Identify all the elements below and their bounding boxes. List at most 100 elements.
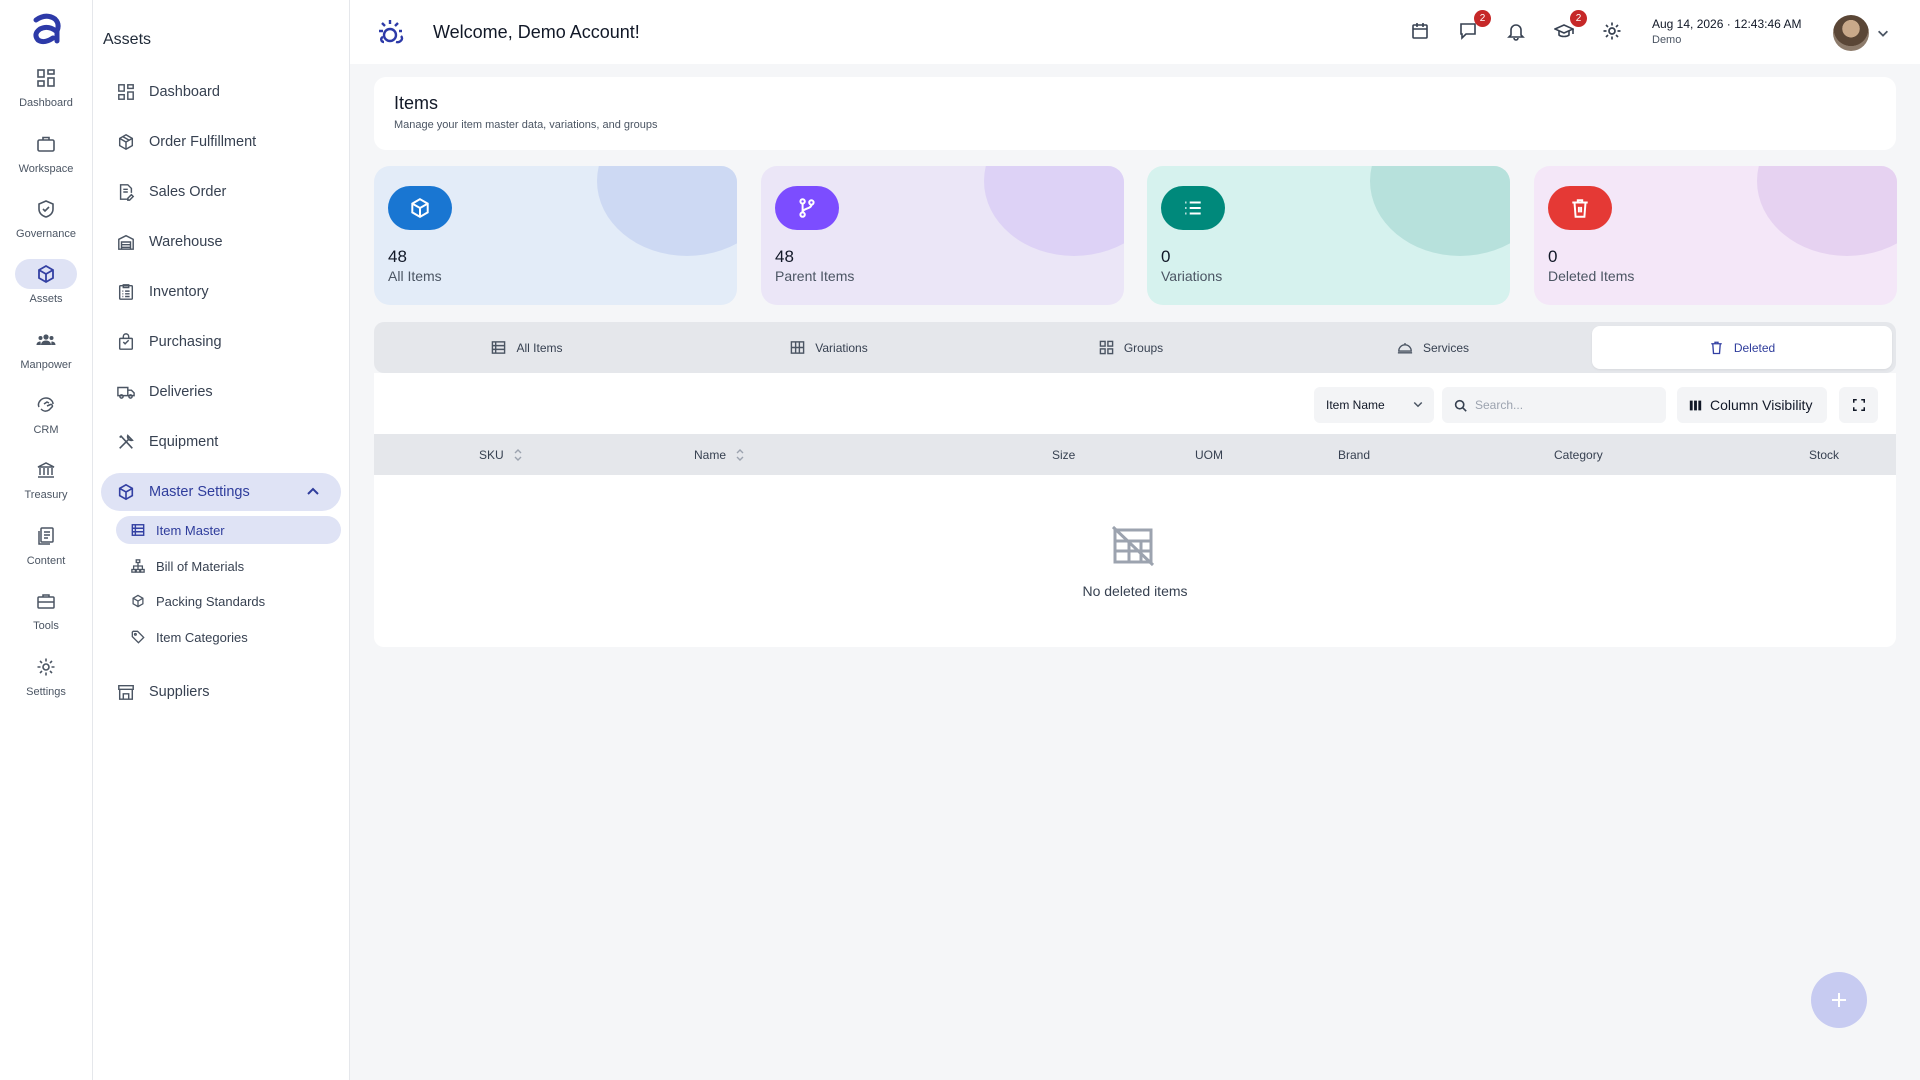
add-item-button[interactable]: [1811, 972, 1867, 1028]
rail-item-crm[interactable]: CRM: [0, 390, 92, 450]
rail-item-assets[interactable]: Assets: [0, 259, 92, 319]
sidebar-item-suppliers[interactable]: Suppliers: [101, 673, 341, 711]
stat-card-variations[interactable]: 0 Variations: [1147, 166, 1510, 305]
rail-item-settings[interactable]: Settings: [0, 652, 92, 712]
sidebar-sub-item-packing-standards[interactable]: Packing Standards: [116, 587, 341, 615]
stat-card-all-items[interactable]: 48 All Items: [374, 166, 737, 305]
sidebar-sub-item-bill-of-materials[interactable]: Bill of Materials: [116, 552, 341, 580]
top-bar: Welcome, Demo Account! 2 2 Aug 14, 2026 …: [350, 0, 1920, 64]
rail-label: Settings: [26, 686, 66, 698]
cube-icon: [118, 483, 134, 501]
stat-icon-badge: [388, 186, 452, 230]
table-grid-icon: [790, 341, 805, 354]
app-logo-icon[interactable]: [28, 11, 64, 47]
brand-icon[interactable]: [375, 16, 409, 50]
rail-label: Content: [26, 555, 66, 567]
chevron-up-icon[interactable]: [305, 484, 321, 500]
sidebar-item-warehouse[interactable]: Warehouse: [101, 223, 341, 261]
warehouse-icon: [118, 234, 134, 250]
toolbox-icon: [37, 594, 55, 609]
sidebar-item-dashboard[interactable]: Dashboard: [101, 73, 341, 111]
stat-card-decoration: [1757, 166, 1897, 256]
rail-item-content[interactable]: Content: [0, 521, 92, 581]
calendar-button[interactable]: [1407, 18, 1433, 44]
stat-label: Variations: [1161, 268, 1223, 284]
column-header-size[interactable]: Size: [1052, 434, 1075, 475]
people-icon: [36, 334, 56, 345]
fullscreen-button[interactable]: [1839, 387, 1878, 423]
column-header-brand[interactable]: Brand: [1338, 434, 1370, 475]
sidebar-title: Assets: [103, 31, 152, 48]
empty-table-icon: [1111, 525, 1155, 567]
shield-check-icon: [38, 200, 54, 218]
tab-groups[interactable]: Groups: [982, 326, 1280, 369]
plus-icon: [1832, 993, 1846, 1007]
filter-field-value: Item Name: [1326, 398, 1385, 412]
user-name: Demo: [1652, 34, 1682, 46]
tab-all-items[interactable]: All Items: [378, 326, 676, 369]
rail-item-manpower[interactable]: Manpower: [0, 325, 92, 385]
stat-label: Parent Items: [775, 268, 855, 284]
assets-sidebar: Assets Dashboard Order Fulfillment Sales…: [93, 0, 350, 1080]
avatar[interactable]: [1833, 15, 1869, 51]
sidebar-sub-item-label: Item Categories: [156, 629, 248, 645]
sidebar-item-sales-order[interactable]: Sales Order: [101, 173, 341, 211]
sidebar-item-purchasing[interactable]: Purchasing: [101, 323, 341, 361]
sidebar-sub-item-label: Item Master: [156, 522, 225, 538]
rail-item-governance[interactable]: Governance: [0, 194, 92, 254]
stat-value: 0: [1161, 247, 1171, 266]
rail-item-tools[interactable]: Tools: [0, 586, 92, 646]
messages-button[interactable]: 2: [1455, 10, 1491, 44]
stat-value: 48: [775, 247, 794, 266]
column-header-stock[interactable]: Stock: [1809, 434, 1839, 475]
sidebar-item-master-settings[interactable]: Master Settings: [101, 473, 341, 511]
rail-item-treasury[interactable]: Treasury: [0, 455, 92, 515]
search-box: [1442, 387, 1666, 423]
stat-card-deleted-items[interactable]: 0 Deleted Items: [1534, 166, 1897, 305]
sidebar-item-label: Order Fulfillment: [149, 134, 257, 150]
tab-label: Services: [1422, 340, 1469, 355]
tab-services[interactable]: Services: [1284, 326, 1582, 369]
column-header-sku[interactable]: SKU: [479, 434, 522, 475]
rail-item-dashboard[interactable]: Dashboard: [0, 63, 92, 123]
academy-badge: 2: [1570, 10, 1587, 27]
tab-deleted[interactable]: Deleted: [1592, 326, 1892, 369]
current-date: Aug 14, 2026: [1652, 17, 1724, 31]
rail-label: Tools: [33, 620, 59, 632]
tab-variations[interactable]: Variations: [680, 326, 978, 369]
search-input[interactable]: [1475, 398, 1655, 412]
filter-field-select[interactable]: Item Name: [1314, 387, 1434, 423]
column-header-name[interactable]: Name: [694, 434, 744, 475]
notifications-button[interactable]: [1503, 18, 1529, 44]
rail-label: CRM: [33, 424, 59, 436]
sidebar-sub-item-item-categories[interactable]: Item Categories: [116, 623, 341, 651]
rail-item-workspace[interactable]: Workspace: [0, 129, 92, 189]
rail-label: Manpower: [20, 359, 72, 371]
table-header: SKU Name Size UOM Brand Category Stock: [374, 434, 1896, 475]
column-header-uom[interactable]: UOM: [1195, 434, 1223, 475]
grid-icon: [37, 69, 55, 87]
table-list-icon: [131, 524, 145, 536]
sidebar-item-order-fulfillment[interactable]: Order Fulfillment: [101, 123, 341, 161]
sidebar-item-equipment[interactable]: Equipment: [101, 423, 341, 461]
academy-button[interactable]: 2: [1551, 10, 1587, 44]
gear-icon: [37, 658, 55, 676]
sidebar-item-label: Dashboard: [149, 84, 220, 100]
settings-button[interactable]: [1599, 18, 1625, 44]
sidebar-item-inventory[interactable]: Inventory: [101, 273, 341, 311]
sidebar-sub-item-item-master[interactable]: Item Master: [116, 516, 341, 544]
sidebar-item-label: Deliveries: [149, 384, 213, 400]
page-subtitle: Manage your item master data, variations…: [394, 119, 658, 131]
package-icon: [132, 594, 144, 608]
stat-value: 0: [1548, 247, 1558, 266]
column-visibility-button[interactable]: Column Visibility: [1677, 387, 1827, 423]
sidebar-item-deliveries[interactable]: Deliveries: [101, 373, 341, 411]
chat-icon: [1460, 23, 1476, 40]
column-header-category[interactable]: Category: [1554, 434, 1603, 475]
date-time: Aug 14, 2026 · 12:43:46 AM: [1652, 17, 1801, 31]
table-list-icon: [492, 341, 506, 354]
tools-icon: [119, 434, 134, 449]
chevron-down-icon[interactable]: [1876, 26, 1890, 40]
stat-card-parent-items[interactable]: 48 Parent Items: [761, 166, 1124, 305]
tab-label: Variations: [815, 340, 868, 355]
